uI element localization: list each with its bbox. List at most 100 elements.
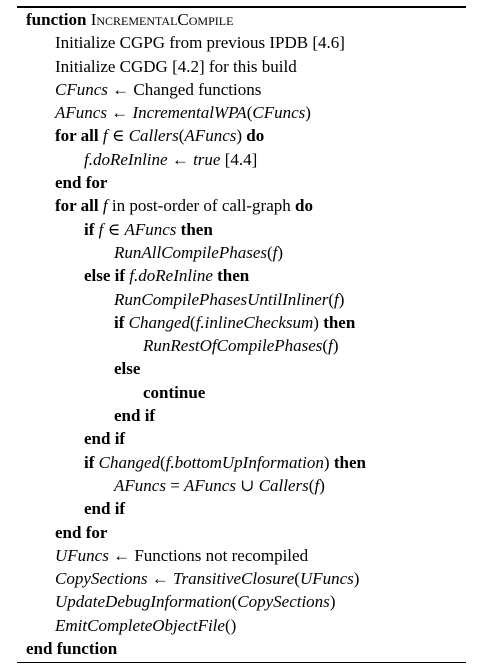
- algorithm-line: if f ∈ AFuncs then: [0, 218, 483, 241]
- keyword: then: [180, 219, 213, 239]
- algorithm-line: end if: [0, 404, 483, 427]
- text-segment: Initialize CGDG [4.2] for this build: [55, 56, 297, 76]
- math-term: UFuncs: [299, 569, 354, 589]
- keyword: if: [114, 312, 125, 332]
- keyword: end if: [114, 406, 156, 426]
- text-segment: ∈: [107, 126, 129, 146]
- math-term: f.doReInline: [84, 149, 168, 169]
- text-segment: Initialize CGPG from previous IPDB [4.6]: [55, 33, 345, 53]
- algorithm-line: if Changed(f.inlineChecksum) then: [0, 311, 483, 334]
- keyword: end for: [55, 522, 108, 542]
- text-segment: ): [319, 475, 325, 495]
- math-term: EmitCompleteObjectFile: [55, 615, 225, 635]
- keyword: if: [84, 219, 95, 239]
- text-segment: ←: [167, 149, 194, 169]
- math-term: Changed: [98, 452, 161, 472]
- math-term: Callers: [258, 475, 309, 495]
- keyword: else: [114, 359, 141, 379]
- math-term: UFuncs: [55, 545, 109, 565]
- text-segment: ← Functions not recompiled: [108, 545, 309, 565]
- text-segment: ): [329, 592, 336, 612]
- math-term: UpdateDebugInformation: [55, 592, 232, 612]
- keyword: end function: [26, 639, 118, 659]
- math-term: f.bottomUpInformation: [165, 452, 324, 472]
- text-segment: ): [353, 569, 360, 589]
- math-term: TransitiveClosure: [173, 569, 295, 589]
- algorithm-line: function IncrementalCompile: [0, 8, 483, 31]
- algorithm-line: for all f ∈ Callers(AFuncs) do: [0, 124, 483, 147]
- math-term: Callers: [128, 126, 179, 146]
- algorithm-line: Initialize CGDG [4.2] for this build: [0, 55, 483, 78]
- math-term: RunAllCompilePhases: [114, 242, 267, 262]
- keyword: end if: [84, 429, 126, 449]
- text-segment: ): [277, 242, 284, 262]
- math-term: AFuncs: [114, 475, 166, 495]
- math-term: AFuncs: [184, 475, 236, 495]
- keyword: function: [26, 10, 87, 29]
- math-term: true: [193, 149, 221, 169]
- keyword: else if: [84, 266, 126, 286]
- algorithm-line: UFuncs ← Functions not recompiled: [0, 544, 483, 567]
- algorithm-line: RunCompilePhasesUntilInliner(f): [0, 288, 483, 311]
- math-term: IncrementalWPA: [132, 103, 247, 123]
- algorithm-block: function IncrementalCompile Initialize CG…: [0, 8, 483, 660]
- text-segment: ←: [106, 103, 133, 123]
- keyword: end for: [55, 173, 108, 193]
- math-term: CFuncs: [55, 79, 108, 99]
- text-segment: ): [332, 336, 339, 356]
- keyword: for all: [55, 196, 99, 216]
- algorithm-line: end if: [0, 497, 483, 520]
- keyword: end if: [84, 499, 126, 519]
- keyword: then: [217, 266, 250, 286]
- text-segment: [4.4]: [220, 149, 258, 169]
- math-term: f.doReInline: [129, 266, 213, 286]
- text-segment: (): [224, 615, 237, 635]
- algorithm-line: UpdateDebugInformation(CopySections): [0, 590, 483, 613]
- text-segment: ←: [147, 569, 174, 589]
- text-segment: in post-order of call-graph: [107, 196, 296, 216]
- keyword: do: [295, 196, 313, 216]
- algorithm-line: else: [0, 357, 483, 380]
- text-segment: ∪: [235, 475, 259, 495]
- algorithm-line: EmitCompleteObjectFile(): [0, 614, 483, 637]
- keyword: if: [84, 452, 95, 472]
- math-term: Changed: [128, 312, 191, 332]
- algorithm-line: AFuncs = AFuncs ∪ Callers(f): [0, 474, 483, 497]
- text-segment: =: [165, 475, 185, 495]
- text-segment: ): [338, 289, 345, 309]
- algorithm-line: end for: [0, 171, 483, 194]
- keyword: continue: [143, 382, 206, 402]
- keyword: do: [246, 126, 265, 146]
- algorithm-line: else if f.doReInline then: [0, 264, 483, 287]
- algorithm-line: if Changed(f.bottomUpInformation) then: [0, 451, 483, 474]
- math-term: RunCompilePhasesUntilInliner: [114, 289, 329, 309]
- algorithm-line: CFuncs ← Changed functions: [0, 78, 483, 101]
- math-term: CopySections: [55, 569, 148, 589]
- math-term: RunRestOfCompilePhases: [143, 336, 323, 356]
- text-segment: ): [236, 126, 247, 146]
- text-segment: ): [305, 103, 311, 123]
- algorithm-line: f.doReInline ← true [4.4]: [0, 148, 483, 171]
- math-term: AFuncs: [124, 219, 177, 239]
- algorithm-line: RunRestOfCompilePhases(f): [0, 334, 483, 357]
- algorithm-line: continue: [0, 381, 483, 404]
- algorithm-line: end function: [0, 637, 483, 660]
- text-segment: ): [313, 312, 324, 332]
- text-segment: ∈: [103, 219, 125, 239]
- algorithm-line: for all f in post-order of call-graph do: [0, 194, 483, 217]
- keyword: then: [323, 312, 356, 332]
- math-term: CFuncs: [252, 103, 306, 123]
- algorithm-line: CopySections ← TransitiveClosure(UFuncs): [0, 567, 483, 590]
- algorithm-line: RunAllCompilePhases(f): [0, 241, 483, 264]
- algorithm-bottom-rule: [17, 662, 466, 663]
- text-segment: ): [323, 452, 334, 472]
- keyword: for all: [55, 126, 99, 146]
- algorithm-line: Initialize CGPG from previous IPDB [4.6]: [0, 31, 483, 54]
- algorithm-line: end if: [0, 427, 483, 450]
- math-term: CopySections: [237, 592, 330, 612]
- algorithm-line: AFuncs ← IncrementalWPA(CFuncs): [0, 101, 483, 124]
- text-segment: ← Changed functions: [107, 79, 262, 99]
- function-name: IncrementalCompile: [90, 10, 234, 29]
- keyword: then: [333, 452, 366, 472]
- math-term: AFuncs: [55, 103, 107, 123]
